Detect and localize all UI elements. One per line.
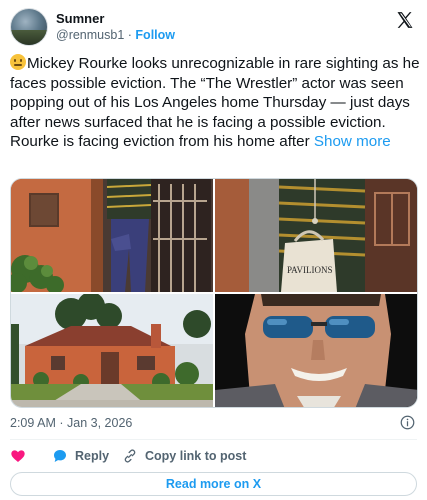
man-leaving-doorway-photo[interactable] bbox=[11, 179, 213, 292]
copy-link-button[interactable]: Copy link to post bbox=[122, 446, 246, 466]
reply-button[interactable]: Reply bbox=[52, 446, 109, 466]
tweet-embed-card: Sumner @renmusb1 · Follow Mickey Rourke … bbox=[0, 0, 427, 500]
follow-button[interactable]: Follow bbox=[135, 28, 175, 42]
info-icon[interactable] bbox=[400, 415, 415, 430]
show-more-link[interactable]: Show more bbox=[314, 133, 391, 150]
read-more-on-x-button[interactable]: Read more on X bbox=[10, 472, 417, 496]
tweet-header: Sumner @renmusb1 · Follow bbox=[10, 8, 417, 48]
man-sunglasses-portrait-photo[interactable] bbox=[215, 294, 417, 407]
bag-text: PAVILIONS bbox=[287, 265, 333, 275]
post-timestamp[interactable]: 2:09 AM · Jan 3, 2026 bbox=[10, 416, 132, 430]
like-button[interactable] bbox=[10, 446, 33, 466]
author-handle[interactable]: @renmusb1 bbox=[56, 28, 124, 42]
tweet-text: Mickey Rourke looks unrecognizable in ra… bbox=[10, 54, 420, 152]
link-icon bbox=[124, 449, 136, 463]
meta-separator: · bbox=[59, 416, 64, 430]
divider bbox=[10, 439, 417, 440]
handle-separator: · bbox=[127, 28, 132, 42]
confused-face-icon bbox=[10, 54, 26, 70]
avatar[interactable] bbox=[10, 8, 48, 46]
reply-label: Reply bbox=[75, 449, 110, 463]
man-carrying-bag-photo[interactable]: PAVILIONS bbox=[215, 179, 417, 292]
media-grid: PAVILIONS bbox=[10, 178, 418, 408]
post-time: 2:09 AM bbox=[10, 416, 56, 430]
author-handle-row: @renmusb1 · Follow bbox=[56, 28, 175, 42]
heart-icon bbox=[11, 450, 25, 462]
copy-link-label: Copy link to post bbox=[145, 449, 247, 463]
x-logo-icon[interactable] bbox=[395, 10, 415, 30]
reply-bubble-icon bbox=[54, 450, 66, 462]
house-exterior-photo[interactable] bbox=[11, 294, 213, 407]
post-date: Jan 3, 2026 bbox=[67, 416, 133, 430]
author-display-name[interactable]: Sumner bbox=[56, 11, 104, 26]
